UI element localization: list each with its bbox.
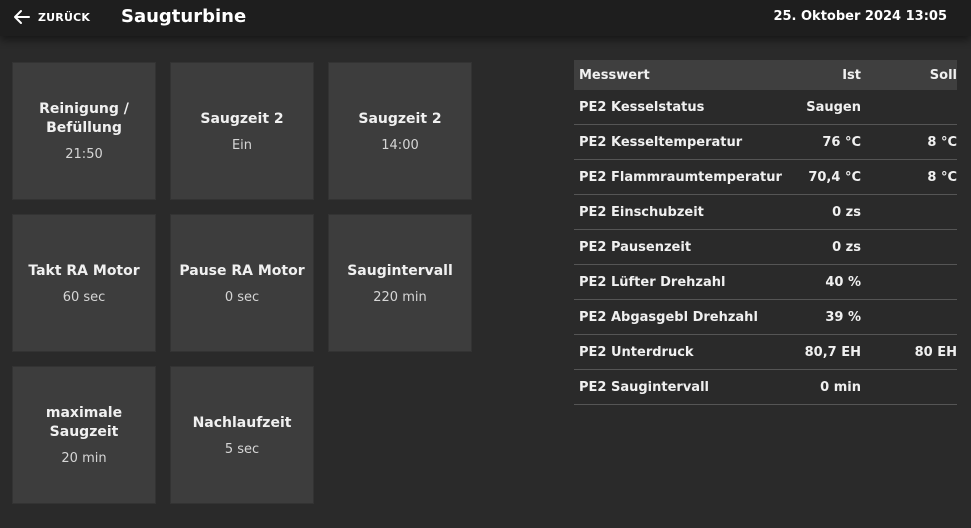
row-soll: 8 °C (927, 169, 957, 185)
row-ist: Saugen (806, 99, 861, 115)
tile-label: maximale Saugzeit (45, 405, 123, 440)
tile-saugzeit-2-time[interactable]: Saugzeit 2 14:00 (328, 62, 472, 200)
row-ist: 70,4 °C (808, 169, 861, 185)
row-soll: 80 EH (914, 344, 957, 360)
date-time: 25. Oktober 2024 13:05 (773, 9, 947, 24)
header-soll: Soll (929, 67, 957, 83)
tile-saugintervall[interactable]: Saugintervall 220 min (328, 214, 472, 352)
table-row: PE2 Einschubzeit 0 zs (574, 195, 957, 230)
table-row: PE2 Lüfter Drehzahl 40 % (574, 265, 957, 300)
tile-maximale-saugzeit[interactable]: maximale Saugzeit 20 min (12, 366, 156, 504)
tile-takt-ra-motor[interactable]: Takt RA Motor 60 sec (12, 214, 156, 352)
tile-label: Pause RA Motor (179, 262, 305, 279)
measurement-table: Messwert Ist Soll PE2 Kesselstatus Sauge… (574, 60, 957, 405)
row-ist: 0 zs (832, 239, 861, 255)
table-row: PE2 Flammraumtemperatur 70,4 °C 8 °C (574, 160, 957, 195)
row-name: PE2 Unterdruck (579, 344, 694, 360)
tile-value: 0 sec (224, 289, 260, 305)
table-row: PE2 Pausenzeit 0 zs (574, 230, 957, 265)
row-name: PE2 Saugintervall (579, 379, 709, 395)
tile-value: 60 sec (62, 289, 106, 305)
row-soll: 8 °C (927, 134, 957, 150)
row-name: PE2 Kesseltemperatur (579, 134, 743, 150)
back-button[interactable]: ZURÜCK (12, 7, 90, 27)
row-name: PE2 Einschubzeit (579, 204, 704, 220)
row-ist: 80,7 EH (804, 344, 861, 360)
row-name: PE2 Abgasgebl Drehzahl (579, 309, 758, 325)
table-row: PE2 Kesseltemperatur 76 °C 8 °C (574, 125, 957, 160)
row-ist: 76 °C (822, 134, 861, 150)
table-row: PE2 Unterdruck 80,7 EH 80 EH (574, 335, 957, 370)
table-row: PE2 Kesselstatus Saugen (574, 90, 957, 125)
table-row: PE2 Saugintervall 0 min (574, 370, 957, 405)
row-ist: 0 min (820, 379, 861, 395)
tile-reinigung-befuellung[interactable]: Reinigung / Befüllung 21:50 (12, 62, 156, 200)
row-ist: 40 % (825, 274, 861, 290)
tile-label: Takt RA Motor (28, 262, 140, 279)
tile-nachlaufzeit[interactable]: Nachlaufzeit 5 sec (170, 366, 314, 504)
tile-value: 21:50 (65, 147, 103, 162)
tile-value: 5 sec (224, 441, 260, 457)
tile-value: 14:00 (381, 137, 419, 153)
tile-label: Reinigung / Befüllung (39, 101, 129, 136)
back-label: ZURÜCK (38, 10, 91, 24)
row-name: PE2 Pausenzeit (579, 239, 692, 255)
table-header: Messwert Ist Soll (574, 60, 957, 90)
row-name: PE2 Flammraumtemperatur (579, 169, 782, 185)
row-name: PE2 Kesselstatus (579, 99, 705, 115)
tile-value: 20 min (61, 451, 107, 466)
tile-value: Ein (231, 137, 253, 153)
header-messwert: Messwert (579, 67, 650, 83)
row-ist: 0 zs (832, 204, 861, 220)
tile-label: Nachlaufzeit (192, 414, 292, 431)
row-ist: 39 % (825, 309, 861, 325)
arrow-left-icon (12, 7, 32, 27)
page-title: Saugturbine (121, 6, 247, 27)
tile-pause-ra-motor[interactable]: Pause RA Motor 0 sec (170, 214, 314, 352)
top-bar: ZURÜCK Saugturbine 25. Oktober 2024 13:0… (0, 0, 971, 36)
table-row: PE2 Abgasgebl Drehzahl 39 % (574, 300, 957, 335)
tile-value: 220 min (373, 289, 427, 305)
tile-label: Saugintervall (347, 262, 453, 279)
tile-label: Saugzeit 2 (200, 110, 284, 127)
row-name: PE2 Lüfter Drehzahl (579, 274, 726, 290)
tile-label: Saugzeit 2 (358, 110, 442, 127)
header-ist: Ist (842, 67, 861, 83)
tile-saugzeit-2-status[interactable]: Saugzeit 2 Ein (170, 62, 314, 200)
